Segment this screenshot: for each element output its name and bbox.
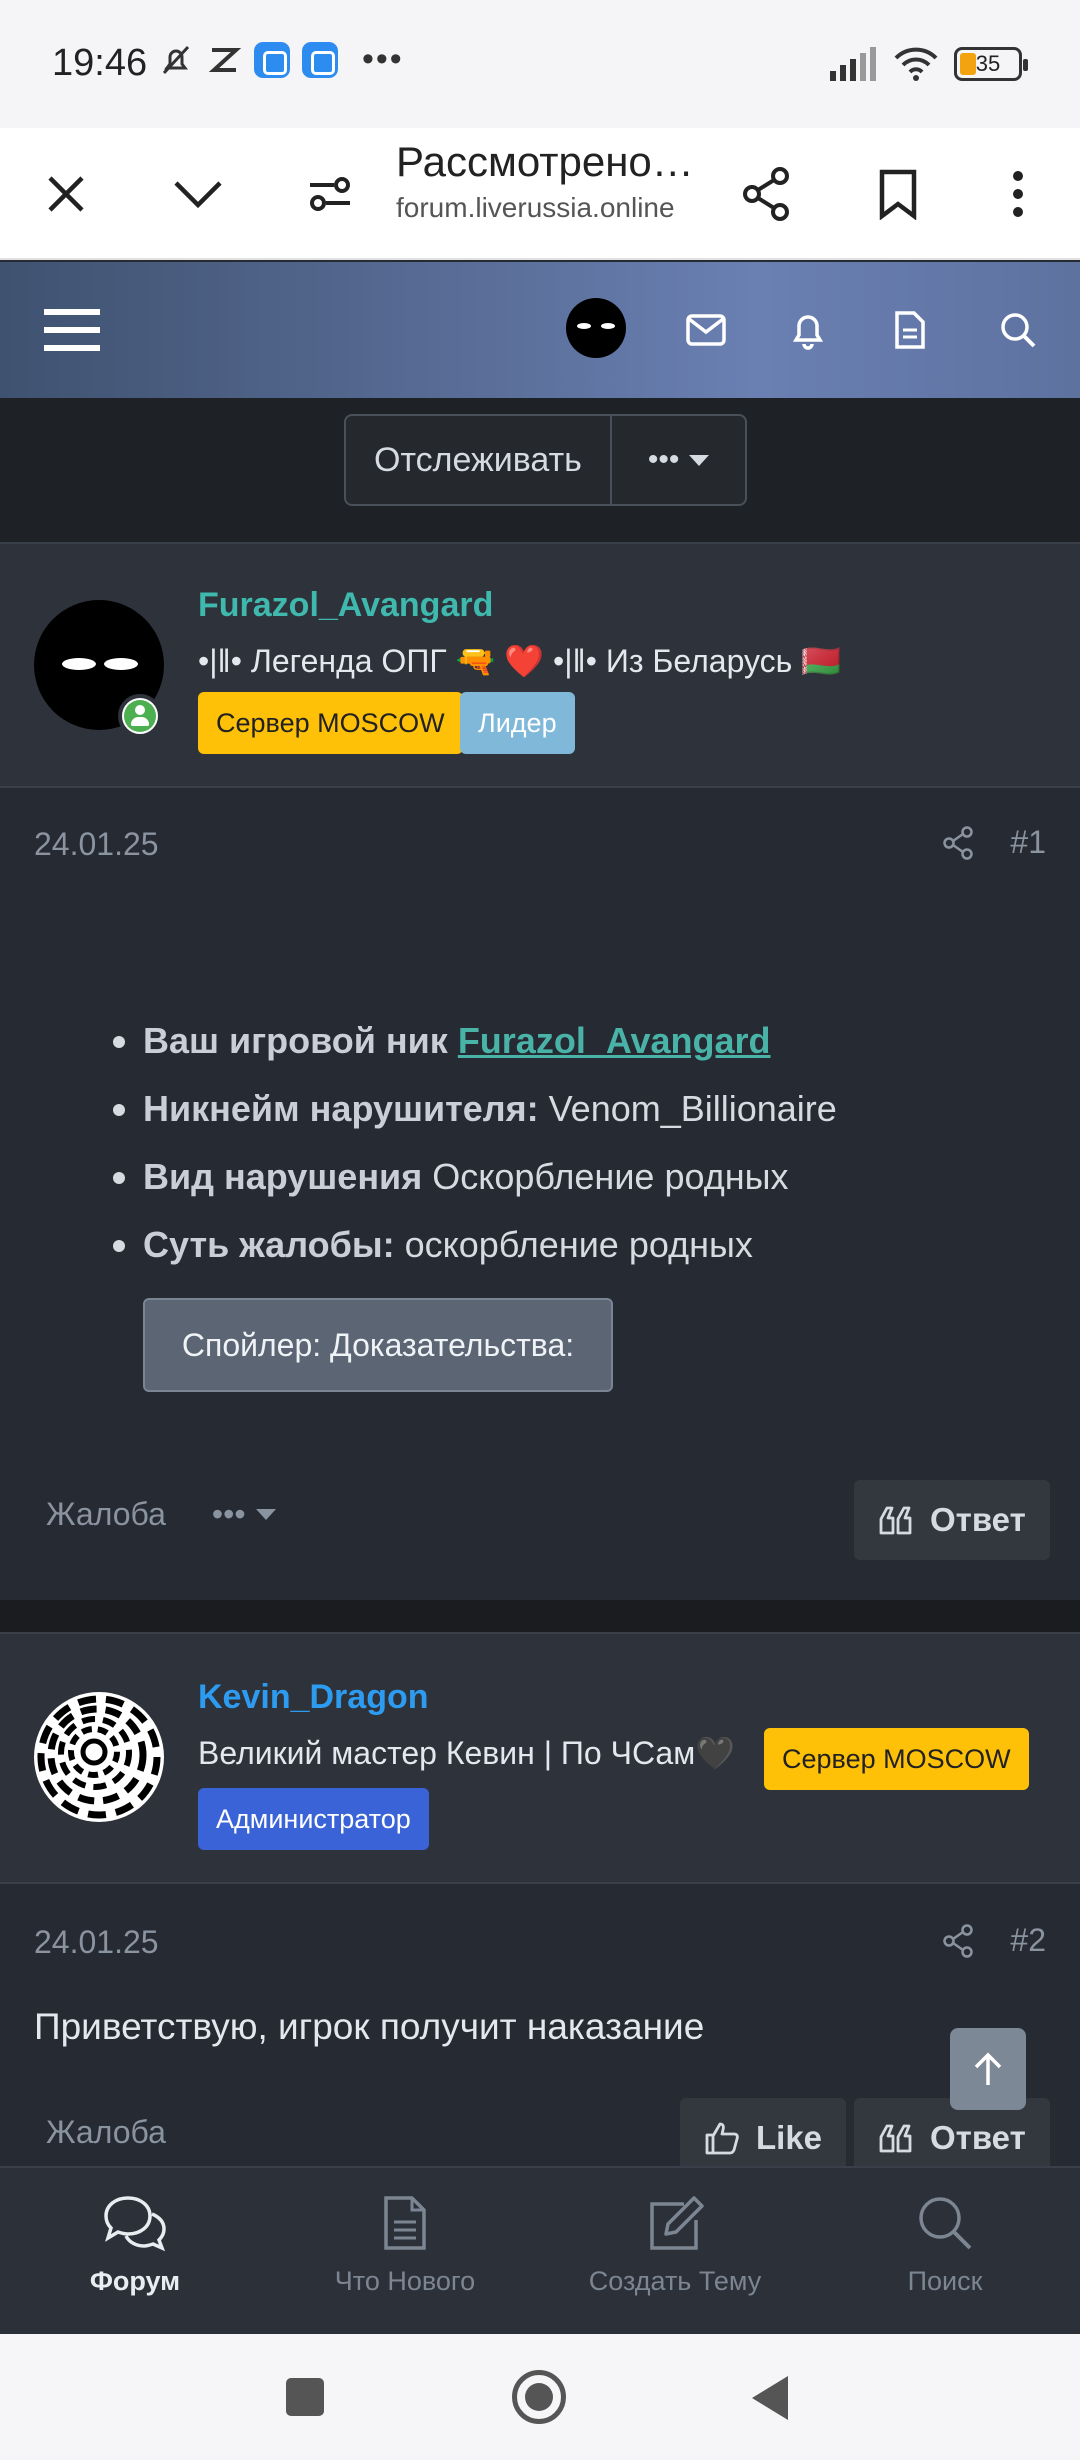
app-notification-icon	[302, 41, 338, 78]
page-title-block[interactable]: Рассмотрено… forum.liverussia.online	[396, 138, 726, 224]
server-badge: Сервер MOSCOW	[198, 692, 463, 754]
system-navigation-bar	[0, 2334, 1080, 2460]
nav-create-thread[interactable]: Создать Тему	[540, 2168, 810, 2334]
more-dots-icon: •••	[647, 443, 680, 476]
user-title: Великий мастер Кевин | По ЧСам🖤	[198, 1735, 736, 1771]
post-2-user-bar: Kevin_Dragon Великий мастер Кевин | По Ч…	[0, 1632, 1080, 1884]
thread-more-button[interactable]: •••	[612, 416, 746, 504]
user-avatar[interactable]	[34, 1692, 164, 1822]
nav-search[interactable]: Поиск	[810, 2168, 1080, 2334]
hamburger-menu-icon[interactable]	[36, 294, 108, 366]
post-number[interactable]: #2	[1010, 1922, 1046, 1959]
status-bar: 19:46 ••• 35	[0, 0, 1080, 128]
quote-icon	[879, 1506, 912, 1535]
scroll-to-top-button[interactable]	[950, 2028, 1026, 2110]
spoiler-button[interactable]: Спойлер: Доказательства:	[143, 1298, 613, 1392]
post-1-user-bar: Furazol_Avangard •|‖• Легенда ОПГ 🔫 ❤️ •…	[0, 542, 1080, 788]
site-settings-icon[interactable]	[294, 158, 366, 230]
role-badge: Лидер	[460, 692, 575, 754]
watch-button[interactable]: Отслеживать	[346, 416, 612, 504]
nav-whats-new[interactable]: Что Нового	[270, 2168, 540, 2334]
arrow-up-icon	[974, 2052, 1002, 2085]
document-icon[interactable]	[874, 294, 946, 366]
chat-bubbles-icon	[104, 2196, 166, 2252]
post-date[interactable]: 24.01.25	[34, 1924, 159, 1961]
bell-muted-icon	[162, 45, 190, 74]
chevron-down-icon[interactable]	[162, 158, 234, 230]
search-icon[interactable]	[982, 294, 1054, 366]
watch-button-group: Отслеживать •••	[344, 414, 748, 506]
edit-icon	[650, 2196, 704, 2250]
close-icon[interactable]	[30, 158, 102, 230]
report-link[interactable]: Жалоба	[46, 1496, 166, 1533]
post-author-name[interactable]: Furazol_Avangard	[198, 586, 493, 625]
list-item: Никнейм нарушителя: Venom_Billionaire	[110, 1084, 837, 1152]
status-notification-icons: •••	[158, 40, 404, 79]
recent-apps-button[interactable]	[286, 2378, 324, 2416]
mail-icon[interactable]	[670, 294, 742, 366]
share-icon[interactable]	[730, 158, 802, 230]
home-button[interactable]	[512, 2370, 566, 2424]
battery-icon: 35	[954, 47, 1028, 81]
post-number[interactable]: #1	[1010, 824, 1046, 861]
list-item: Вид нарушения Оскорбление родных	[110, 1152, 837, 1220]
back-button[interactable]	[752, 2376, 788, 2420]
wifi-icon	[894, 47, 938, 81]
post-date[interactable]: 24.01.25	[34, 826, 159, 863]
more-notifications-icon: •••	[362, 40, 404, 78]
app-notification-icon	[254, 41, 290, 78]
signal-icon	[830, 47, 876, 81]
share-icon[interactable]	[942, 825, 974, 860]
share-icon[interactable]	[942, 1923, 974, 1958]
role-badge: Администратор	[198, 1788, 429, 1850]
thread-actions-bar: Отслеживать •••	[0, 398, 1080, 542]
caret-down-icon	[255, 1509, 276, 1520]
online-status-icon	[118, 694, 162, 738]
search-icon	[919, 2197, 972, 2250]
user-title: •|‖• Легенда ОПГ 🔫 ❤️ •|‖• Из Беларусь 🇧…	[198, 643, 842, 679]
bell-icon[interactable]	[772, 294, 844, 366]
app-notification-icon	[208, 47, 242, 72]
post-author-name[interactable]: Kevin_Dragon	[198, 1678, 429, 1717]
nav-forum[interactable]: Форум	[0, 2168, 270, 2334]
browser-toolbar: Рассмотрено… forum.liverussia.online	[0, 128, 1080, 260]
server-badge: Сервер MOSCOW	[764, 1728, 1029, 1790]
complaint-fields-list: Ваш игровой ник Furazol_Avangard Никнейм…	[110, 1016, 837, 1288]
document-icon	[384, 2196, 426, 2250]
forum-header	[0, 262, 1080, 398]
quote-icon	[879, 2124, 912, 2153]
list-item: Суть жалобы: оскорбление родных	[110, 1220, 837, 1288]
bookmark-icon[interactable]	[862, 158, 934, 230]
post-message: Приветствую, игрок получит наказание	[34, 2006, 705, 2047]
status-system-icons: 35	[828, 46, 1028, 82]
post-separator	[0, 1600, 1080, 1632]
reply-button[interactable]: Ответ	[854, 1480, 1050, 1560]
report-link[interactable]: Жалоба	[46, 2114, 166, 2151]
account-avatar[interactable]	[566, 298, 626, 358]
caret-down-icon	[689, 454, 710, 466]
bottom-navigation: Форум Что Нового Создать Тему Поиск	[0, 2166, 1080, 2334]
user-mention-link[interactable]: Furazol_Avangard	[458, 1020, 771, 1061]
more-vertical-icon[interactable]	[982, 158, 1054, 230]
status-time: 19:46	[52, 42, 148, 84]
post-more-button[interactable]: •••	[212, 1496, 276, 1533]
page-title: Рассмотрено…	[396, 138, 694, 185]
list-item: Ваш игровой ник Furazol_Avangard	[110, 1016, 837, 1084]
thumbs-up-icon	[705, 2122, 739, 2155]
page-url: forum.liverussia.online	[396, 192, 675, 223]
